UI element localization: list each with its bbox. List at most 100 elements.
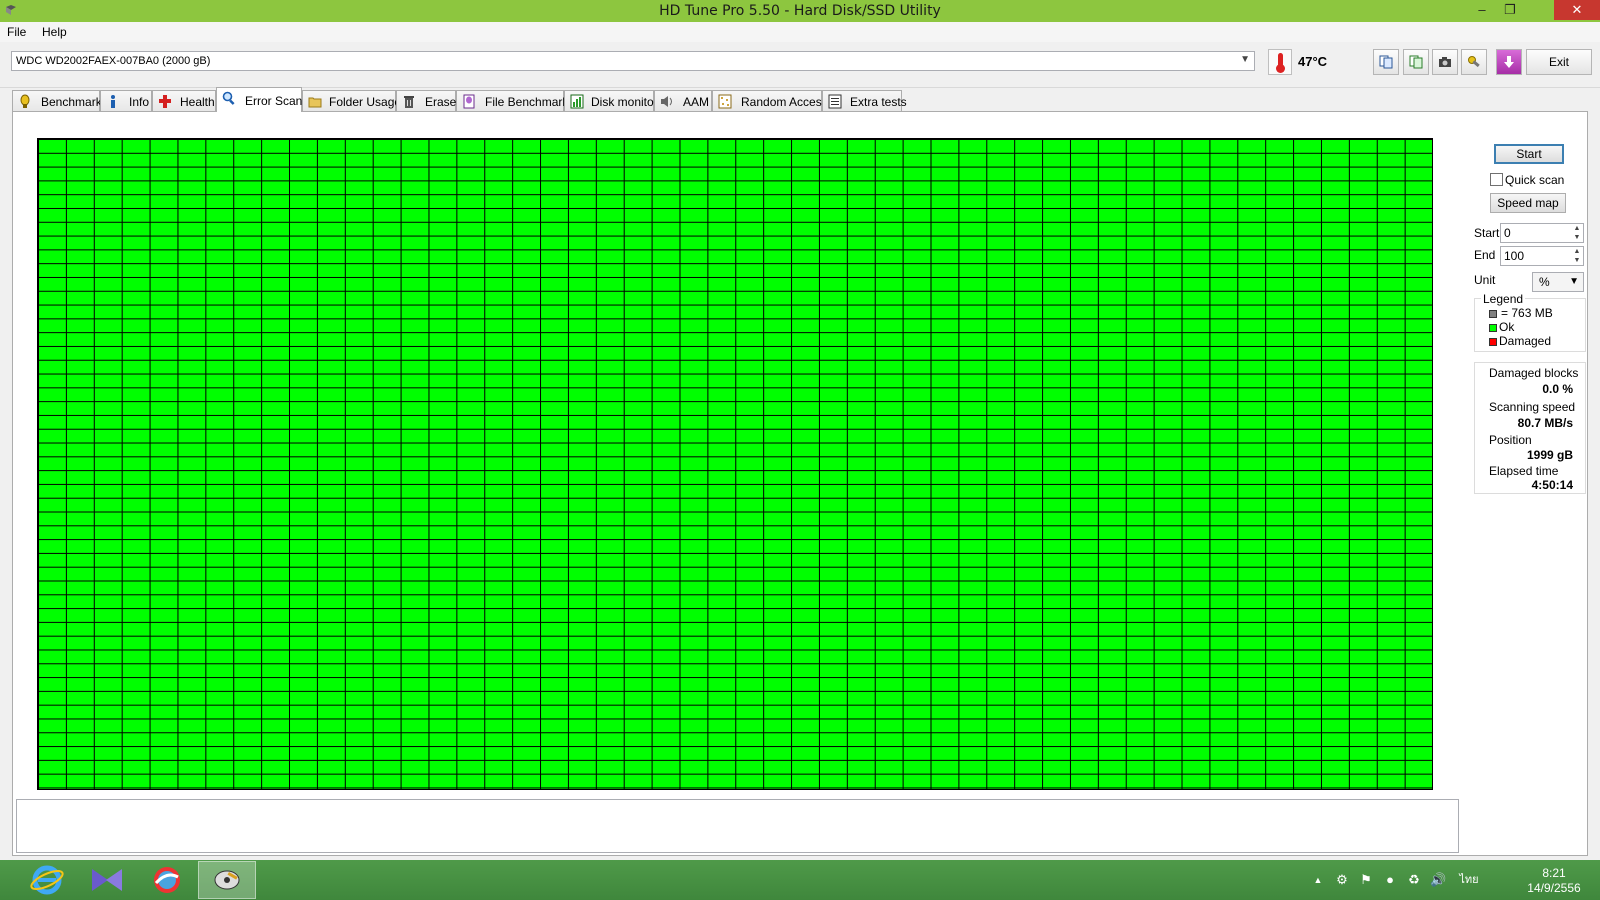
drive-select[interactable]: WDC WD2002FAEX-007BA0 (2000 gB) ▼ xyxy=(11,51,1255,71)
visual-studio-button[interactable] xyxy=(78,861,136,899)
copy-icon xyxy=(1379,55,1393,69)
tab-disk-monitor[interactable]: Disk monitor xyxy=(564,90,658,112)
error-scan-panel xyxy=(12,111,1588,856)
position-value: 1999 gB xyxy=(1526,448,1573,462)
close-button[interactable]: ✕ xyxy=(1554,0,1600,20)
menu-help[interactable]: Help xyxy=(42,25,67,39)
spin-down-icon[interactable]: ▼ xyxy=(1571,233,1583,242)
unit-label: Unit xyxy=(1474,273,1496,287)
tab-label: Folder Usage xyxy=(329,95,402,109)
tray-green-icon[interactable]: ● xyxy=(1382,872,1398,888)
legend-ok: Ok xyxy=(1499,320,1515,334)
copy-all-button[interactable] xyxy=(1403,49,1429,75)
clock[interactable]: 8:21 14/9/2556 xyxy=(1522,866,1586,896)
tab-label: Health xyxy=(180,95,215,109)
elapsed-time-value: 4:50:14 xyxy=(1531,478,1573,492)
internet-explorer-icon xyxy=(30,865,64,895)
save-button[interactable] xyxy=(1496,49,1522,75)
legend-box: Legend = 763 MB Ok Damaged xyxy=(1474,292,1586,352)
end-field-label: End xyxy=(1474,248,1496,262)
quick-scan-label: Quick scan xyxy=(1505,173,1565,187)
camera-icon xyxy=(1439,57,1451,67)
random-access-icon xyxy=(718,94,732,109)
tab-label: Erase xyxy=(425,95,457,109)
menu-file[interactable]: File xyxy=(7,25,26,39)
restore-button[interactable]: ❐ xyxy=(1496,0,1524,20)
show-hidden-icons-icon[interactable]: ▲ xyxy=(1310,872,1326,888)
clock-time: 8:21 xyxy=(1542,866,1566,880)
tab-file-benchmark[interactable]: File Benchmark xyxy=(456,90,568,112)
app-button[interactable] xyxy=(138,861,196,899)
download-arrow-icon xyxy=(1504,56,1514,68)
exit-button[interactable]: Exit xyxy=(1526,49,1592,75)
title-bar: HD Tune Pro 5.50 - Hard Disk/SSD Utility… xyxy=(0,0,1600,22)
tools-icon xyxy=(1468,56,1480,68)
tray-sync-icon[interactable]: ♻ xyxy=(1406,872,1422,888)
tab-health[interactable]: Health xyxy=(152,90,216,112)
tab-extra-tests[interactable]: Extra tests xyxy=(822,90,907,112)
tab-info[interactable]: Info xyxy=(100,90,152,112)
taskbar: ▲ ⚙ ⚑ ● ♻ 🔊 ไทย 8:21 14/9/2556 xyxy=(0,860,1600,900)
tab-label: Benchmark xyxy=(41,95,102,109)
chart-icon xyxy=(570,94,584,109)
tab-random-access[interactable]: Random Access xyxy=(712,90,828,112)
info-icon xyxy=(111,95,115,108)
tab-label: Extra tests xyxy=(850,95,907,109)
screenshot-button[interactable] xyxy=(1432,49,1458,75)
tab-erase[interactable]: Erase xyxy=(396,90,456,112)
chevron-down-icon: ▼ xyxy=(1569,276,1579,287)
spin-down-icon[interactable]: ▼ xyxy=(1571,256,1583,265)
copy-all-icon xyxy=(1409,55,1423,69)
tray-app-icon[interactable]: ⚙ xyxy=(1334,872,1350,888)
tab-error-scan[interactable]: Error Scan xyxy=(216,87,302,112)
spin-up-icon[interactable]: ▲ xyxy=(1571,247,1583,256)
tab-benchmark[interactable]: Benchmark xyxy=(12,90,102,112)
start-spinner[interactable]: 0 ▲ ▼ xyxy=(1500,223,1584,243)
scanning-speed-value: 80.7 MB/s xyxy=(1517,416,1573,430)
temperature-readout: 47°C xyxy=(1298,54,1328,69)
speed-map-button[interactable]: Speed map xyxy=(1490,193,1566,213)
damaged-blocks-value: 0.0 % xyxy=(1542,382,1573,396)
tab-label: Error Scan xyxy=(245,94,303,108)
unit-value: % xyxy=(1539,275,1550,289)
magnifier-icon xyxy=(222,91,235,105)
extra-tests-icon xyxy=(828,94,842,109)
legend-damaged: Damaged xyxy=(1499,334,1552,348)
drive-toolbar: WDC WD2002FAEX-007BA0 (2000 gB) ▼ 47°C E… xyxy=(0,42,1600,88)
quick-scan-checkbox[interactable] xyxy=(1490,173,1503,186)
menu-bar: File Help xyxy=(0,22,1600,42)
elapsed-time-label: Elapsed time xyxy=(1489,464,1559,478)
tab-label: File Benchmark xyxy=(485,95,569,109)
visual-studio-icon xyxy=(92,869,122,891)
minimize-button[interactable]: – xyxy=(1468,0,1496,20)
language-indicator[interactable]: ไทย xyxy=(1454,872,1484,888)
hdtune-taskbar-button[interactable] xyxy=(198,861,256,899)
end-value: 100 xyxy=(1504,249,1525,263)
copy-info-button[interactable] xyxy=(1373,49,1399,75)
spin-up-icon[interactable]: ▲ xyxy=(1571,224,1583,233)
ok-swatch xyxy=(1489,324,1497,332)
legend-block-size: = 763 MB xyxy=(1501,306,1553,320)
tab-folder-usage[interactable]: Folder Usage xyxy=(302,90,401,112)
window-title: HD Tune Pro 5.50 - Hard Disk/SSD Utility xyxy=(659,3,941,19)
tab-label: Disk monitor xyxy=(591,95,658,109)
folder-icon xyxy=(308,97,322,108)
internet-explorer-button[interactable] xyxy=(18,861,76,899)
file-benchmark-icon xyxy=(463,94,475,109)
volume-icon[interactable]: 🔊 xyxy=(1430,872,1446,888)
legend-title: Legend xyxy=(1481,292,1526,306)
damaged-blocks-label: Damaged blocks xyxy=(1489,366,1579,380)
network-error-icon[interactable]: ⚑ xyxy=(1358,872,1374,888)
chevron-down-icon: ▼ xyxy=(1240,54,1250,65)
start-button[interactable]: Start xyxy=(1494,144,1564,164)
scanning-speed-label: Scanning speed xyxy=(1489,400,1576,414)
unit-select[interactable]: % ▼ xyxy=(1532,272,1584,292)
drive-select-value: WDC WD2002FAEX-007BA0 (2000 gB) xyxy=(16,55,211,67)
start-field-label: Start xyxy=(1474,226,1500,240)
scan-stats: Damaged blocks 0.0 % Scanning speed 80.7… xyxy=(1474,362,1586,494)
options-button[interactable] xyxy=(1461,49,1487,75)
end-spinner[interactable]: 100 ▲ ▼ xyxy=(1500,246,1584,266)
tab-aam[interactable]: AAM xyxy=(654,90,712,112)
clock-date: 14/9/2556 xyxy=(1527,881,1581,895)
tab-label: Info xyxy=(129,95,150,109)
